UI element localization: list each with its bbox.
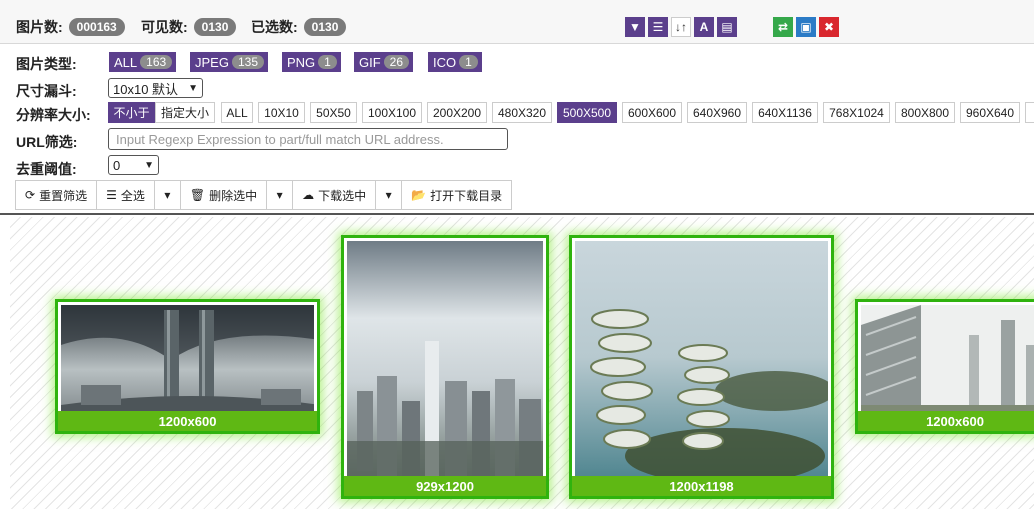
- trash-icon: 🗑: [189, 188, 206, 202]
- res-mode-min[interactable]: 不小于: [108, 102, 155, 123]
- caret-down-icon: ▾: [164, 188, 171, 202]
- dedup-threshold-select[interactable]: 0 ▼: [108, 155, 159, 175]
- type-filter-label: JPEG: [195, 54, 229, 70]
- res-option-10x10[interactable]: 10X10: [258, 102, 305, 123]
- caret-down-icon: ▾: [276, 188, 283, 202]
- file-icon[interactable]: ▣: [796, 17, 816, 37]
- resolution-label: 分辨率大小:: [16, 107, 91, 123]
- dedup-threshold-label: 去重阈值:: [16, 161, 77, 177]
- download-selected-label: 下载选中: [318, 188, 367, 203]
- text-icon[interactable]: A: [694, 17, 714, 37]
- type-filter-ico[interactable]: ICO 1: [428, 52, 482, 72]
- res-option-960x640[interactable]: 960X640: [960, 102, 1020, 123]
- res-option-200x200[interactable]: 200X200: [427, 102, 487, 123]
- res-option-500x500[interactable]: 500X500: [557, 102, 617, 123]
- image-size-caption: 929x1200: [344, 476, 546, 496]
- open-download-dir-button[interactable]: 📂 打开下载目录: [402, 181, 511, 209]
- type-filter-count: 1: [459, 55, 478, 69]
- delete-selected-label: 删除选中: [209, 188, 258, 203]
- image-card[interactable]: 1200x1198: [569, 235, 834, 499]
- size-funnel-select[interactable]: 10x10 默认 ▼: [108, 78, 203, 98]
- image-size-caption: 1200x1198: [572, 476, 831, 496]
- selected-count-label: 已选数:: [251, 19, 298, 35]
- type-filter-label: ALL: [114, 54, 138, 70]
- type-filter-count: 26: [383, 55, 410, 69]
- select-all-button[interactable]: ☰ 全选: [97, 181, 155, 209]
- list-icon[interactable]: ☰: [648, 17, 668, 37]
- url-filter-label: URL筛选:: [16, 134, 78, 150]
- select-all-label: 全选: [120, 188, 145, 203]
- type-filter-label: ICO: [433, 54, 457, 70]
- list-icon: ☰: [106, 188, 117, 202]
- reset-filter-button[interactable]: ⟳ 重置筛选: [16, 181, 98, 209]
- res-option-640x960[interactable]: 640X960: [687, 102, 747, 123]
- image-card[interactable]: 929x1200: [341, 235, 549, 499]
- image-type-label: 图片类型:: [16, 56, 77, 72]
- download-selected-dropdown[interactable]: ▾: [376, 181, 403, 209]
- selected-count-stat: 已选数: 0130: [251, 17, 347, 37]
- type-filter-label: PNG: [287, 54, 316, 70]
- size-funnel-value: 10x10 默认: [113, 81, 179, 97]
- type-filter-all[interactable]: ALL 163: [109, 52, 177, 72]
- image-thumbnail: [61, 305, 314, 428]
- sort-icon[interactable]: ↓↑: [671, 17, 691, 37]
- image-size-caption: 1200x600: [858, 411, 1034, 431]
- cloud-download-icon: ☁: [302, 188, 315, 202]
- stats-bar: 图片数: 000163 可见数: 0130 已选数: 0130 ▼ ☰ ↓↑ A…: [0, 0, 1034, 44]
- visible-count-label: 可见数:: [141, 19, 188, 35]
- refresh-icon: ⟳: [25, 188, 36, 202]
- res-option-all[interactable]: ALL: [221, 102, 253, 123]
- res-option-768x1024[interactable]: 768X1024: [823, 102, 890, 123]
- action-toolbar: ⟳ 重置筛选 ☰ 全选 ▾ 🗑 删除选中 ▾ ☁ 下载选中 ▾ 📂 打开下载目录: [15, 180, 513, 210]
- swap-icon[interactable]: ⇄: [773, 17, 793, 37]
- open-download-dir-label: 打开下载目录: [430, 188, 503, 203]
- filter-icon[interactable]: ▼: [625, 17, 645, 37]
- res-option-800x800[interactable]: 800X800: [895, 102, 955, 123]
- total-count-label: 图片数:: [16, 19, 63, 35]
- reset-filter-label: 重置筛选: [39, 188, 88, 203]
- selected-count-badge: 0130: [303, 18, 347, 36]
- res-option-480x320[interactable]: 480X320: [492, 102, 552, 123]
- res-option-640x1136[interactable]: 640X1136: [752, 102, 818, 123]
- image-thumbnail: [575, 241, 828, 493]
- size-funnel-label: 尺寸漏斗:: [16, 83, 77, 99]
- folder-open-icon: 📂: [411, 188, 427, 202]
- image-card[interactable]: 1200x600: [55, 299, 320, 434]
- dedup-threshold-value: 0: [113, 157, 121, 173]
- type-filter-count: 1: [318, 55, 337, 69]
- download-selected-button[interactable]: ☁ 下载选中: [293, 181, 377, 209]
- res-option-overflow[interactable]: [1025, 102, 1034, 123]
- res-mode-exact[interactable]: 指定大小: [155, 102, 215, 123]
- image-card[interactable]: 1200x600: [855, 299, 1034, 434]
- res-option-100x100[interactable]: 100X100: [362, 102, 422, 123]
- delete-selected-button[interactable]: 🗑 删除选中: [181, 181, 268, 209]
- image-size-caption: 1200x600: [58, 411, 317, 431]
- delete-selected-dropdown[interactable]: ▾: [267, 181, 294, 209]
- chevron-down-icon: ▼: [144, 159, 154, 171]
- url-filter-input[interactable]: Input Regexp Expression to part/full mat…: [108, 128, 508, 150]
- res-option-50x50[interactable]: 50X50: [310, 102, 357, 123]
- image-gallery: 1200x600 929x1200 1200x1198 1200x600: [10, 217, 1034, 509]
- close-icon[interactable]: ✖: [819, 17, 839, 37]
- type-filter-jpeg[interactable]: JPEG 135: [190, 52, 268, 72]
- total-count-stat: 图片数: 000163: [16, 17, 125, 37]
- select-all-dropdown[interactable]: ▾: [155, 181, 181, 209]
- type-filter-gif[interactable]: GIF 26: [354, 52, 414, 72]
- image-thumbnail: [861, 305, 1034, 428]
- filter-panel: 图片类型: ALL 163 JPEG 135 PNG 1 GIF 26 ICO 1 尺寸漏…: [0, 45, 1034, 215]
- type-filter-count: 135: [231, 55, 264, 69]
- settings-icon[interactable]: ▤: [717, 17, 737, 37]
- type-filter-count: 163: [140, 55, 173, 69]
- type-filter-png[interactable]: PNG 1: [282, 52, 341, 72]
- visible-count-stat: 可见数: 0130: [141, 17, 237, 37]
- caret-down-icon: ▾: [385, 188, 392, 202]
- type-filter-label: GIF: [359, 54, 381, 70]
- visible-count-badge: 0130: [193, 18, 237, 36]
- chevron-down-icon: ▼: [188, 82, 198, 94]
- total-count-badge: 000163: [68, 18, 125, 36]
- image-thumbnail: [347, 241, 543, 493]
- res-option-600x600[interactable]: 600X600: [622, 102, 682, 123]
